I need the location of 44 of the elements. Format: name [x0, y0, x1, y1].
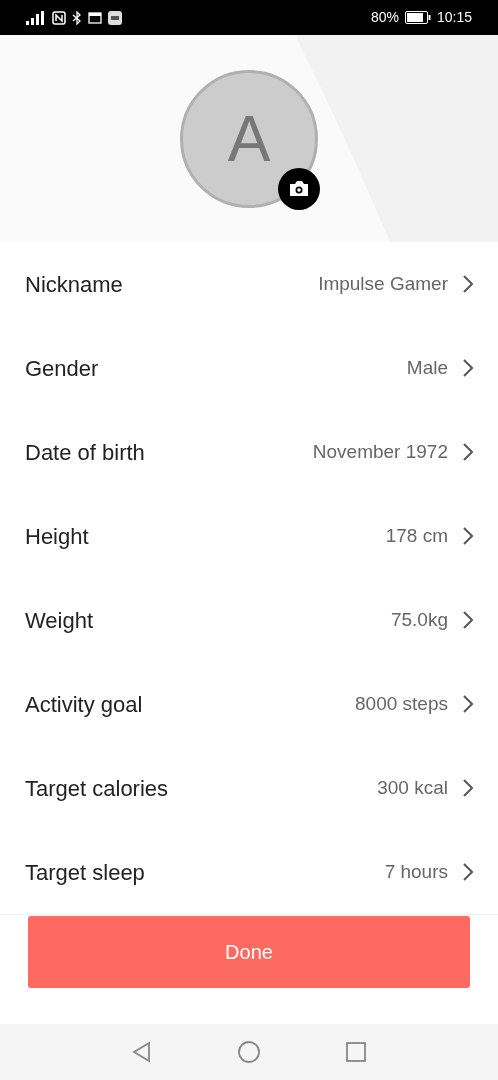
battery-percentage: 80%: [370, 8, 399, 27]
field-value: 178 cm: [385, 523, 448, 548]
field-label: Date of birth: [25, 438, 145, 467]
clock: 10:15: [436, 8, 472, 27]
settings-row[interactable]: Target sleep 7 hours: [0, 830, 498, 914]
field-label: Target sleep: [25, 858, 145, 887]
chevron-icon: [462, 442, 474, 462]
settings-row[interactable]: Date of birth November 1972: [0, 410, 498, 494]
back-icon[interactable]: [131, 1041, 153, 1063]
field-value: 75.0kg: [390, 607, 448, 632]
chevron-icon: [462, 778, 474, 798]
chevron-icon: [462, 358, 474, 378]
settings-row[interactable]: Gender Male: [0, 326, 498, 410]
camera-icon[interactable]: [278, 167, 320, 210]
app-icon: [108, 10, 122, 25]
chevron-icon: [462, 526, 474, 546]
signal-icon: [26, 10, 46, 25]
field-label: Activity goal: [25, 690, 143, 719]
battery-icon: [404, 11, 431, 24]
field-label: Weight: [25, 606, 94, 635]
field-label: Gender: [25, 354, 99, 383]
field-value: Male: [406, 355, 448, 380]
chevron-icon: [462, 862, 474, 882]
recents-icon[interactable]: [345, 1041, 367, 1063]
window-icon: [88, 11, 102, 24]
chevron-icon: [462, 610, 474, 630]
field-label: Height: [25, 522, 89, 551]
settings-row[interactable]: Activity goal 8000 steps: [0, 662, 498, 746]
nfc-icon: [52, 10, 66, 25]
settings-row[interactable]: Height 178 cm: [0, 494, 498, 578]
settings-row[interactable]: Target calories 300 kcal: [0, 746, 498, 830]
field-label: Target calories: [25, 774, 169, 803]
field-value: November 1972: [312, 439, 448, 464]
field-value: 7 hours: [384, 859, 448, 884]
field-value: Impulse Gamer: [318, 271, 448, 296]
settings-row[interactable]: Nickname Impulse Gamer: [0, 242, 498, 326]
home-icon[interactable]: [237, 1040, 261, 1064]
settings-row[interactable]: Weight 75.0kg: [0, 578, 498, 662]
chevron-icon: [462, 694, 474, 714]
bluetooth-icon: [72, 10, 82, 25]
field-label: Nickname: [25, 270, 123, 299]
field-value: 8000 steps: [355, 691, 448, 716]
chevron-icon: [462, 274, 474, 294]
field-value: 300 kcal: [377, 775, 448, 800]
